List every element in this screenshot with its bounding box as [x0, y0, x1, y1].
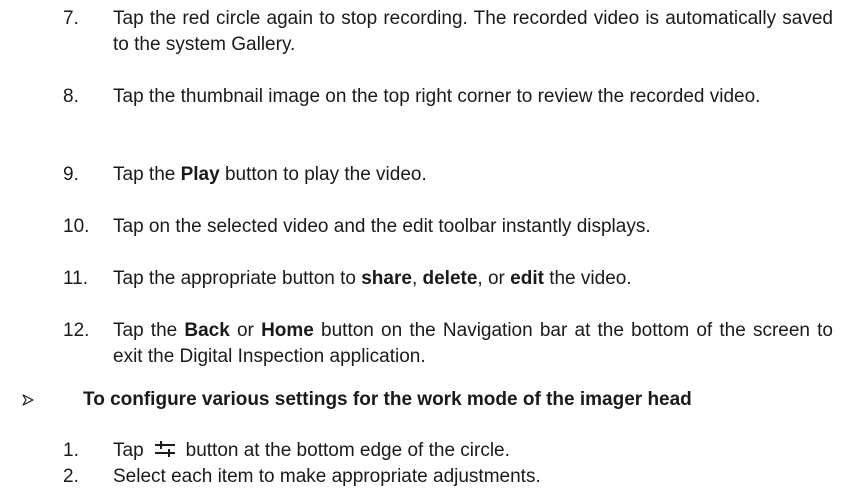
step-text: Tap the appropriate button to share, del… [113, 268, 632, 289]
home-term: Home [261, 320, 314, 341]
substep-item: 2. Select each item to make appropriate … [63, 464, 833, 490]
step-number: 1. [63, 440, 79, 461]
edit-term: edit [510, 268, 544, 289]
settings-sliders-icon [154, 440, 176, 458]
step-item: 12. Tap the Back or Home button on the N… [63, 318, 833, 370]
step-text: Tap the red circle again to stop recordi… [113, 8, 833, 55]
arrowhead-bullet-icon [22, 387, 52, 413]
step-text: Tap the Play button to play the video. [113, 164, 427, 185]
back-term: Back [184, 320, 230, 341]
step-item: 11. Tap the appropriate button to share,… [63, 266, 833, 292]
step-number: 7. [63, 8, 79, 29]
play-term: Play [180, 164, 220, 185]
manual-page: { "steps": [ {"number": "7.", "parts": [… [0, 0, 846, 494]
substep-item: 1. Tap button at the bottom edge of the … [63, 438, 833, 464]
step-number: 9. [63, 164, 79, 185]
section-heading: To configure various settings for the wo… [83, 389, 692, 410]
step-text: Tap button at the bottom edge of the cir… [113, 440, 510, 461]
step-item: 8. Tap the thumbnail image on the top ri… [63, 84, 833, 110]
step-text: Select each item to make appropriate adj… [113, 466, 541, 487]
step-number: 10. [63, 216, 90, 237]
step-item: 9. Tap the Play button to play the video… [63, 162, 833, 188]
step-item: 10. Tap on the selected video and the ed… [63, 214, 833, 240]
step-number: 12. [63, 320, 90, 341]
step-text: Tap on the selected video and the edit t… [113, 216, 651, 237]
step-number: 11. [63, 268, 89, 289]
share-term: share [361, 268, 412, 289]
step-text: Tap the Back or Home button on the Navig… [113, 320, 834, 367]
step-item: 7. Tap the red circle again to stop reco… [63, 6, 833, 58]
delete-term: delete [422, 268, 478, 289]
step-number: 2. [63, 466, 79, 487]
step-text: Tap the thumbnail image on the top right… [113, 86, 761, 107]
step-number: 8. [63, 86, 79, 107]
